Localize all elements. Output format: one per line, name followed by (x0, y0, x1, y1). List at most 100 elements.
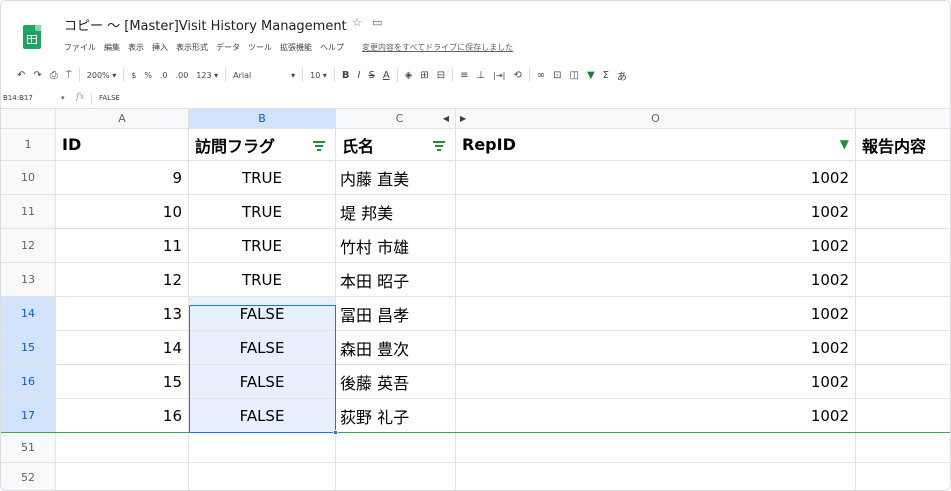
filter-active-icon[interactable]: ▼ (840, 137, 849, 151)
cell-visit-flag[interactable]: TRUE (189, 263, 336, 297)
menu-item-data[interactable]: データ (216, 42, 240, 56)
menu-item-insert[interactable]: 挿入 (152, 42, 168, 56)
cell-report[interactable] (856, 161, 950, 195)
font-size-select[interactable]: 10 ▾ (306, 66, 331, 84)
empty-cell[interactable] (856, 433, 950, 463)
cell-visit-flag[interactable]: TRUE (189, 161, 336, 195)
print-icon[interactable]: ⎙ (46, 66, 62, 84)
filter-icon[interactable]: ▼ (583, 66, 599, 84)
cell-id[interactable]: 9 (56, 161, 189, 195)
row-header[interactable]: 16 (1, 365, 56, 399)
undo-icon[interactable]: ↶ (13, 66, 29, 84)
cell-report[interactable] (856, 195, 950, 229)
functions-icon[interactable]: Σ (599, 66, 613, 84)
cell-repid[interactable]: 1002 (456, 263, 856, 297)
column-header-b[interactable]: B (189, 109, 336, 129)
header-cell-id[interactable]: ID (56, 129, 189, 161)
cell-id[interactable]: 10 (56, 195, 189, 229)
insert-link-icon[interactable]: ∞ (533, 66, 549, 84)
insert-comment-icon[interactable]: ⊡ (549, 66, 565, 84)
menu-item-help[interactable]: ヘルプ (320, 42, 344, 56)
row-header[interactable]: 10 (1, 161, 56, 195)
cell-name[interactable]: 堤 邦美 (336, 195, 456, 229)
cell-report[interactable] (856, 331, 950, 365)
merge-cells-icon[interactable]: ⊟ (433, 66, 449, 84)
menu-item-format[interactable]: 表示形式 (176, 42, 208, 56)
row-header[interactable]: 11 (1, 195, 56, 229)
cell-id[interactable]: 11 (56, 229, 189, 263)
cell-id[interactable]: 12 (56, 263, 189, 297)
bold-button[interactable]: B (338, 66, 354, 84)
cell-repid[interactable]: 1002 (456, 161, 856, 195)
vertical-align-icon[interactable]: ⊥ (473, 66, 490, 84)
header-cell-visit-flag[interactable]: 訪問フラグ (189, 129, 336, 161)
cell-id[interactable]: 15 (56, 365, 189, 399)
italic-button[interactable]: I (354, 66, 365, 84)
cell-report[interactable] (856, 229, 950, 263)
cell-visit-flag[interactable]: FALSE (189, 331, 336, 365)
cell-repid[interactable]: 1002 (456, 399, 856, 433)
cell-id[interactable]: 13 (56, 297, 189, 331)
column-header-o[interactable]: ▶ O (456, 109, 856, 129)
cell-name[interactable]: 森田 豊次 (336, 331, 456, 365)
percent-format-button[interactable]: % (140, 66, 156, 84)
cell-name[interactable]: 本田 昭子 (336, 263, 456, 297)
cell-repid[interactable]: 1002 (456, 297, 856, 331)
decrease-decimal-button[interactable]: .0 (156, 66, 172, 84)
cell-name[interactable]: 後藤 英吾 (336, 365, 456, 399)
column-header-next[interactable] (856, 109, 950, 129)
cell-id[interactable]: 14 (56, 331, 189, 365)
borders-icon[interactable]: ⊞ (416, 66, 432, 84)
empty-cell[interactable] (56, 433, 189, 463)
font-family-select[interactable]: Arial ▾ (229, 66, 299, 84)
cell-id[interactable]: 16 (56, 399, 189, 433)
empty-cell[interactable] (336, 433, 456, 463)
zoom-select[interactable]: 200% ▾ (83, 66, 120, 84)
formula-input[interactable]: FALSE (99, 94, 120, 102)
cell-report[interactable] (856, 365, 950, 399)
empty-cell[interactable] (856, 463, 950, 490)
cell-repid[interactable]: 1002 (456, 365, 856, 399)
cell-report[interactable] (856, 399, 950, 433)
cell-name[interactable]: 冨田 昌孝 (336, 297, 456, 331)
folder-icon[interactable]: ▭ (372, 16, 382, 29)
increase-decimal-button[interactable]: .00 (172, 66, 193, 84)
cell-name[interactable]: 内藤 直美 (336, 161, 456, 195)
row-header[interactable]: 12 (1, 229, 56, 263)
star-icon[interactable]: ☆ (352, 16, 362, 29)
currency-format-button[interactable]: $ (127, 66, 140, 84)
input-tools-icon[interactable]: あ (613, 66, 631, 84)
menu-item-extensions[interactable]: 拡張機能 (280, 42, 312, 56)
paint-format-icon[interactable]: ⍑ (62, 66, 76, 84)
empty-cell[interactable] (189, 463, 336, 490)
header-cell-report[interactable]: 報告内容 (856, 129, 950, 161)
name-box-dropdown-icon[interactable]: ▾ (61, 94, 65, 102)
row-header-52[interactable]: 52 (1, 463, 56, 490)
select-all-corner[interactable] (1, 109, 56, 129)
strikethrough-button[interactable]: S (364, 66, 378, 84)
redo-icon[interactable]: ↷ (29, 66, 45, 84)
cell-visit-flag[interactable]: TRUE (189, 195, 336, 229)
cell-visit-flag[interactable]: TRUE (189, 229, 336, 263)
cell-repid[interactable]: 1002 (456, 229, 856, 263)
insert-chart-icon[interactable]: ◫ (565, 66, 582, 84)
menu-item-tools[interactable]: ツール (248, 42, 272, 56)
text-wrap-icon[interactable]: |⇥| (489, 66, 509, 84)
row-header[interactable]: 13 (1, 263, 56, 297)
menu-item-view[interactable]: 表示 (128, 42, 144, 56)
sheets-logo-icon[interactable] (23, 25, 41, 49)
cell-visit-flag[interactable]: FALSE (189, 297, 336, 331)
empty-cell[interactable] (456, 463, 856, 490)
menu-item-edit[interactable]: 編集 (104, 42, 120, 56)
cell-repid[interactable]: 1002 (456, 195, 856, 229)
row-header-1[interactable]: 1 (1, 129, 56, 161)
fill-color-icon[interactable]: ◈ (401, 66, 417, 84)
cell-visit-flag[interactable]: FALSE (189, 399, 336, 433)
column-header-a[interactable]: A (56, 109, 189, 129)
cell-name[interactable]: 竹村 市雄 (336, 229, 456, 263)
menu-item-file[interactable]: ファイル (64, 42, 96, 56)
filter-button-icon[interactable] (433, 141, 445, 151)
filter-button-icon[interactable] (313, 141, 325, 151)
cell-repid[interactable]: 1002 (456, 331, 856, 365)
header-cell-name[interactable]: 氏名 (336, 129, 456, 161)
